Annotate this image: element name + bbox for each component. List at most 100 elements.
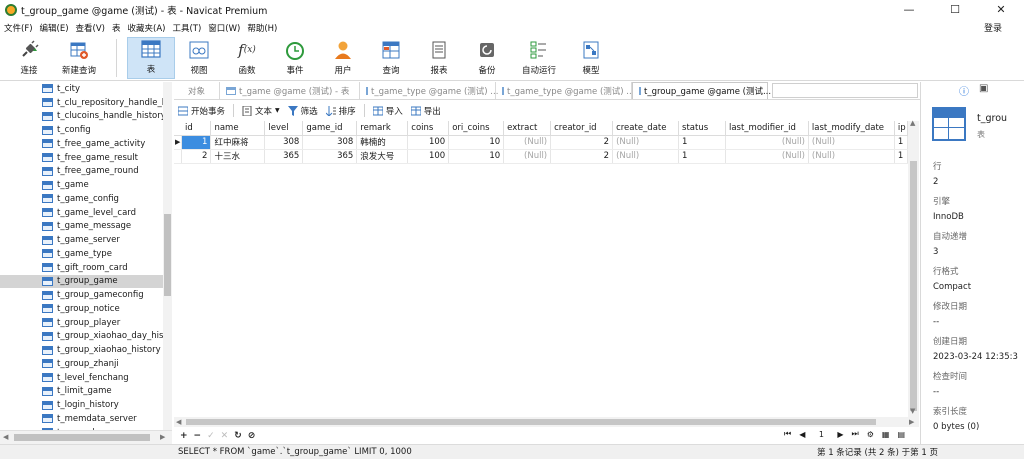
- tree-item-table[interactable]: t_group_xiaohao_history: [0, 343, 171, 357]
- begin-transaction-button[interactable]: 开始事务: [177, 105, 225, 117]
- tree-item-table[interactable]: t_group_xiaohao_day_histo: [0, 330, 171, 344]
- tree-item-table[interactable]: t_free_game_result: [0, 151, 171, 165]
- tab-search-input[interactable]: [772, 83, 918, 98]
- column-header[interactable]: extract: [503, 121, 552, 136]
- maximize-button[interactable]: ☐: [932, 0, 978, 19]
- table-cell[interactable]: 十三水: [210, 149, 266, 164]
- tree-item-table[interactable]: t_city: [0, 82, 171, 96]
- table-cell[interactable]: 1: [678, 149, 726, 164]
- tree-item-table[interactable]: t_clucoins_handle_history: [0, 110, 171, 124]
- menu-help[interactable]: 帮助(H): [247, 22, 277, 34]
- toolbar-backup-button[interactable]: 备份: [463, 37, 511, 79]
- tree-item-table[interactable]: t_config: [0, 123, 171, 137]
- column-header[interactable]: remark: [356, 121, 409, 136]
- table-cell[interactable]: (Null): [503, 149, 552, 164]
- tree-item-table[interactable]: t_group_zhanji: [0, 357, 171, 371]
- table-cell[interactable]: 1: [894, 135, 908, 150]
- page-number-input[interactable]: 1: [813, 430, 829, 439]
- column-header[interactable]: status: [678, 121, 726, 136]
- column-header[interactable]: coins: [407, 121, 450, 136]
- toolbar-automation-button[interactable]: 自动运行: [511, 37, 567, 79]
- column-header[interactable]: create_date: [612, 121, 680, 136]
- table-cell[interactable]: 365: [264, 149, 304, 164]
- scroll-up-icon[interactable]: ▲: [910, 119, 915, 127]
- ddl-view-icon[interactable]: ▣: [979, 83, 988, 94]
- apply-changes-button[interactable]: ✓: [207, 431, 215, 441]
- grid-horizontal-scrollbar[interactable]: ◀ ▶: [174, 417, 919, 427]
- column-header[interactable]: level: [264, 121, 304, 136]
- column-header[interactable]: last_modifier_id: [725, 121, 809, 136]
- toolbar-event-button[interactable]: 事件: [271, 37, 319, 79]
- table-cell[interactable]: (Null): [612, 135, 680, 150]
- table-cell[interactable]: 308: [264, 135, 304, 150]
- tree-item-table[interactable]: t_game_type: [0, 247, 171, 261]
- toolbar-new-query-button[interactable]: 新建查询: [52, 37, 106, 79]
- tree-item-table[interactable]: t_login_history: [0, 398, 171, 412]
- table-cell[interactable]: (Null): [808, 149, 895, 164]
- close-button[interactable]: ✕: [978, 0, 1024, 19]
- menu-view[interactable]: 查看(V): [76, 22, 105, 34]
- grid-view-icon[interactable]: ▦: [882, 430, 890, 439]
- column-header[interactable]: creator_id: [550, 121, 614, 136]
- add-record-button[interactable]: +: [180, 431, 188, 441]
- table-cell[interactable]: 100: [407, 135, 450, 150]
- first-page-icon[interactable]: ⏮: [784, 429, 791, 439]
- table-cell[interactable]: 308: [302, 135, 358, 150]
- table-cell[interactable]: 2: [550, 149, 614, 164]
- filter-button[interactable]: 筛选: [287, 105, 318, 117]
- tree-item-table[interactable]: t_game: [0, 178, 171, 192]
- toolbar-view-button[interactable]: 视图: [175, 37, 223, 79]
- menu-table[interactable]: 表: [112, 22, 121, 34]
- scrollbar-thumb[interactable]: [14, 434, 150, 441]
- next-page-icon[interactable]: ▶: [837, 430, 843, 439]
- toolbar-table-button[interactable]: 表: [127, 37, 175, 79]
- table-cell[interactable]: 2: [181, 149, 212, 164]
- tree-item-table[interactable]: t_game_config: [0, 192, 171, 206]
- table-cell[interactable]: 1: [181, 135, 212, 150]
- menu-window[interactable]: 窗口(W): [208, 22, 240, 34]
- table-cell[interactable]: 365: [302, 149, 358, 164]
- column-header[interactable]: id: [181, 121, 212, 136]
- column-header[interactable]: name: [210, 121, 266, 136]
- tab-t-game[interactable]: t_game @game (测试) - 表: [220, 82, 360, 99]
- table-cell[interactable]: (Null): [725, 135, 809, 150]
- sidebar-horizontal-scrollbar[interactable]: ◀ ▶: [0, 430, 172, 444]
- tree-item-table[interactable]: t_group_player: [0, 316, 171, 330]
- toolbar-connect-button[interactable]: 连接: [6, 37, 52, 79]
- tree-item-table[interactable]: t_limit_game: [0, 385, 171, 399]
- tree-item-table[interactable]: t_level_fenchang: [0, 371, 171, 385]
- tab-t-game-type-2[interactable]: t_game_type @game (测试) ...: [496, 82, 634, 99]
- settings-gear-icon[interactable]: ⚙: [867, 430, 874, 439]
- delete-record-button[interactable]: −: [194, 431, 202, 441]
- scroll-down-icon[interactable]: ▼: [910, 407, 915, 415]
- last-page-icon[interactable]: ⏭: [852, 429, 859, 439]
- toolbar-query-button[interactable]: 查询: [367, 37, 415, 79]
- column-header[interactable]: ori_coins: [448, 121, 505, 136]
- tree-item-table[interactable]: t_free_game_round: [0, 165, 171, 179]
- table-cell[interactable]: 浪发大号: [356, 149, 409, 164]
- toolbar-function-button[interactable]: f (x) 函数: [223, 37, 271, 79]
- refresh-button[interactable]: ↻: [234, 431, 242, 441]
- stop-button[interactable]: ⊘: [248, 431, 256, 441]
- minimize-button[interactable]: —: [886, 0, 932, 19]
- import-button[interactable]: 导入: [372, 105, 403, 117]
- tab-t-game-type[interactable]: t_game_type @game (测试) ...: [360, 82, 498, 99]
- tree-item-table[interactable]: t_group_gameconfig: [0, 288, 171, 302]
- menu-edit[interactable]: 编辑(E): [40, 22, 69, 34]
- tree-item-table-selected[interactable]: t_group_game: [0, 274, 171, 289]
- column-header[interactable]: ip: [894, 121, 908, 136]
- tree-item-table[interactable]: t_game_message: [0, 220, 171, 234]
- tree-item-table[interactable]: t_gift_room_card: [0, 261, 171, 275]
- table-cell[interactable]: (Null): [503, 135, 552, 150]
- previous-page-icon[interactable]: ◀: [799, 430, 805, 439]
- table-cell[interactable]: 韩楠的: [356, 135, 409, 150]
- info-icon[interactable]: ⓘ: [959, 83, 969, 98]
- table-row[interactable]: ▶ 1 红中麻将 308 308 韩楠的 100 10 (Null) 2 (Nu…: [174, 135, 908, 150]
- tree-item-table[interactable]: t_memdata_server: [0, 412, 171, 426]
- sort-button[interactable]: 排序: [325, 105, 356, 117]
- form-view-icon[interactable]: ▤: [897, 430, 905, 439]
- scrollbar-thumb[interactable]: [164, 214, 171, 296]
- table-cell[interactable]: 1: [894, 149, 908, 164]
- table-cell[interactable]: 2: [550, 135, 614, 150]
- scroll-left-icon[interactable]: ◀: [3, 433, 8, 441]
